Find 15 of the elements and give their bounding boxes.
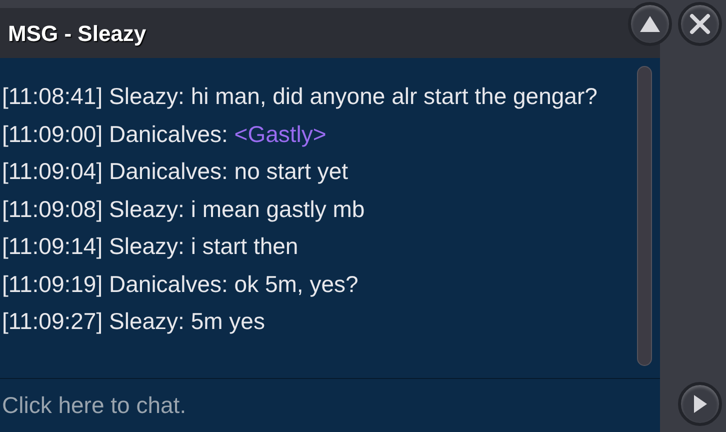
chat-message: [11:09:27] Sleazy: 5m yes — [2, 307, 266, 336]
chat-input[interactable]: Click here to chat. — [0, 379, 660, 432]
scrollbar[interactable] — [637, 66, 652, 366]
chat-message: [11:09:04] Danicalves: no start yet — [2, 157, 350, 186]
close-icon — [689, 13, 711, 35]
chat-message: [11:09:14] Sleazy: i start then — [2, 232, 300, 261]
close-button[interactable] — [678, 2, 722, 46]
send-button[interactable] — [678, 382, 722, 426]
chat-message: [11:09:08] Sleazy: i mean gastly mb — [2, 194, 366, 224]
chat-message: [11:09:19] Danicalves: ok 5m, yes? — [2, 270, 360, 299]
chat-message: [11:09:00] Danicalves: <Gastly> — [2, 120, 328, 149]
caret-up-icon — [639, 15, 661, 33]
chat-message: [11:08:41] Sleazy: hi man, did anyone alr start the gengar? — [2, 82, 598, 111]
window-title: MSG - Sleazy — [8, 20, 146, 48]
play-icon — [692, 394, 708, 414]
